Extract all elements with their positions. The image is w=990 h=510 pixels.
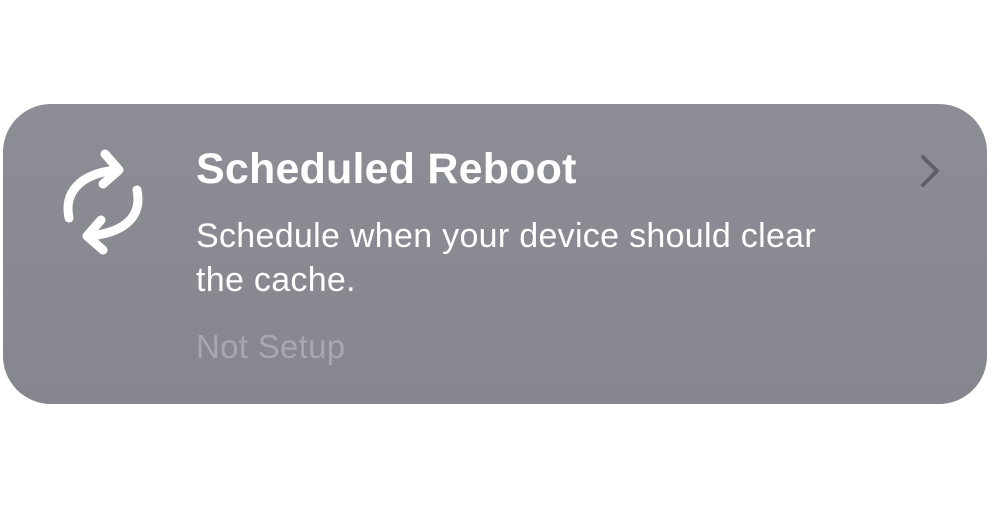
status-label: Not Setup	[196, 328, 346, 365]
card-title: Scheduled Reboot	[196, 145, 577, 193]
chevron-right-icon[interactable]	[918, 154, 942, 188]
card-description: Schedule when your device should clear t…	[196, 217, 816, 299]
refresh-icon	[56, 144, 150, 256]
